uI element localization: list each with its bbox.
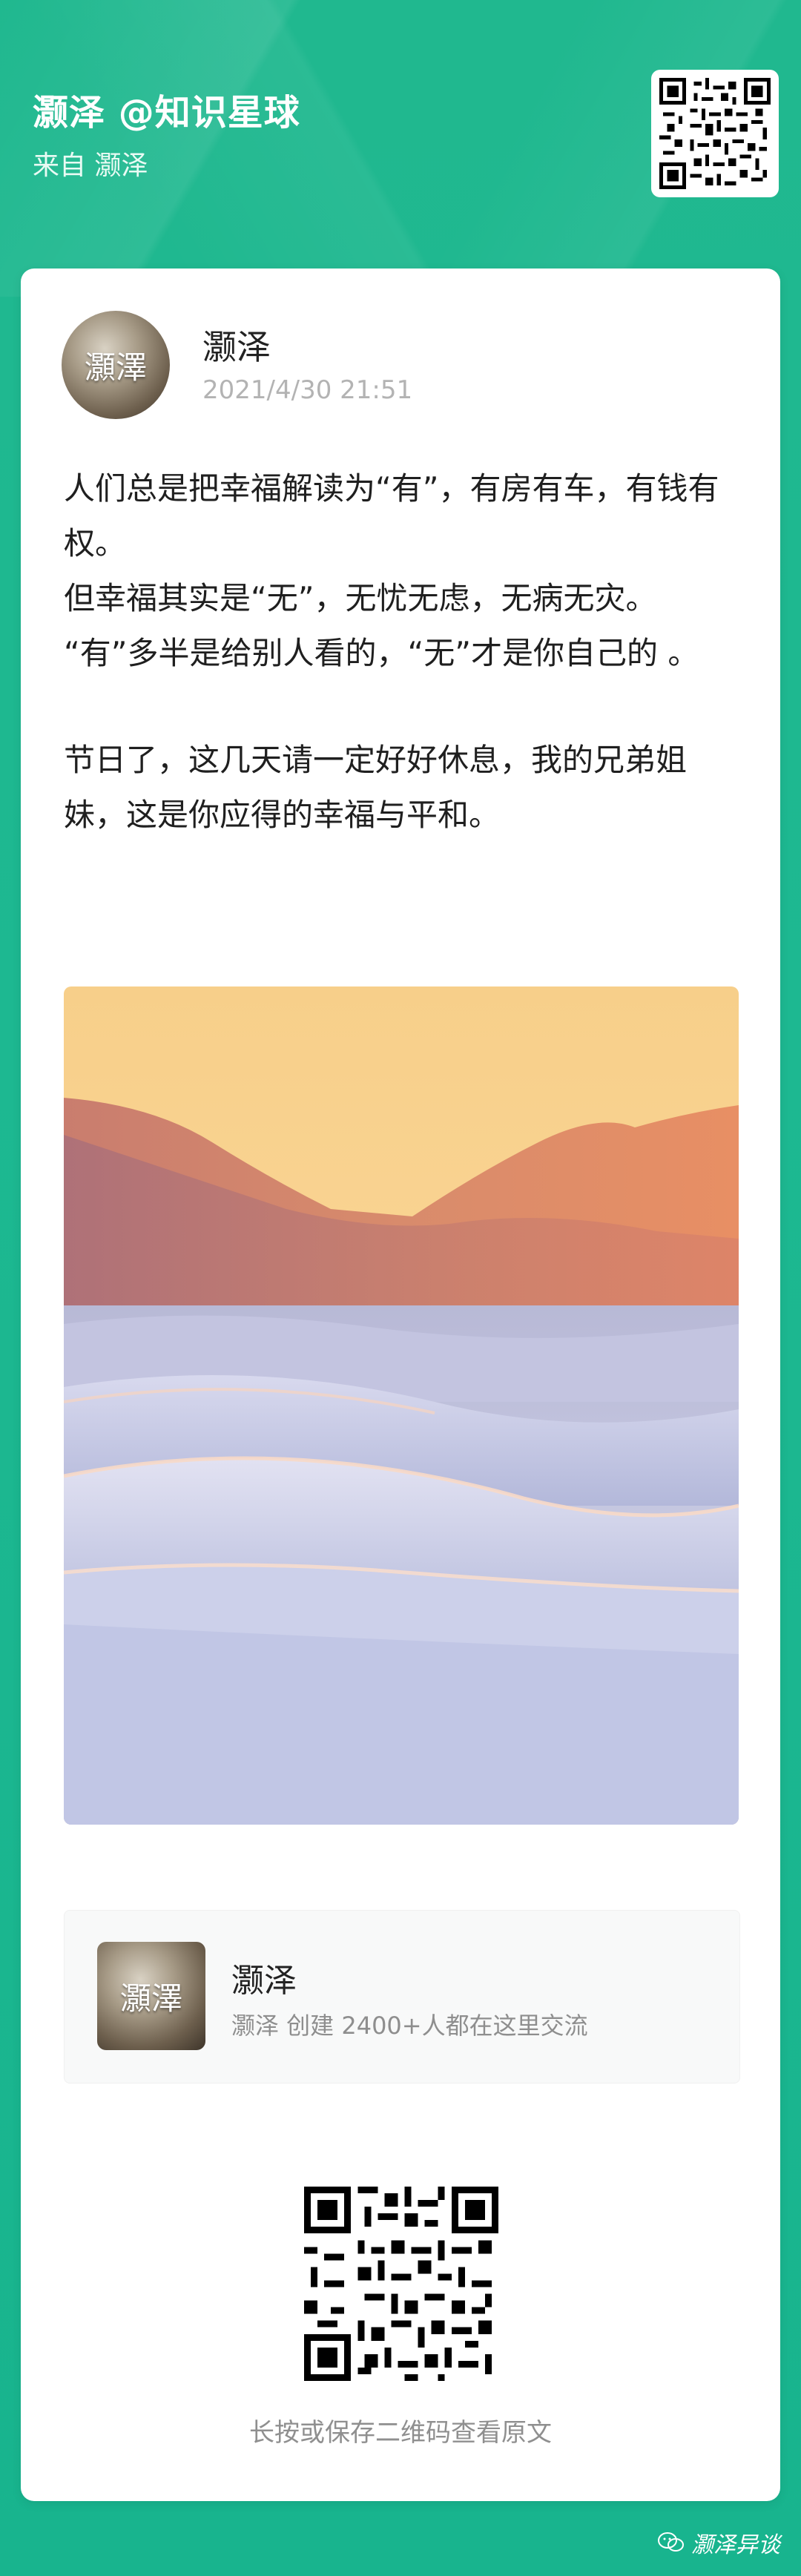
author-name[interactable]: 灏泽 — [202, 320, 271, 369]
paragraph: 节日了，这几天请一定好好休息，我的兄弟姐妹，这是你应得的幸福与平和。 — [64, 742, 688, 833]
post-timestamp: 2021/4/30 21:51 — [202, 375, 413, 405]
watermark-text: 灏泽异谈 — [691, 2532, 780, 2558]
avatar-logo-text: 灝澤 — [84, 349, 147, 386]
group-name: 灏泽 — [231, 1962, 297, 2000]
paragraph: 但幸福其实是“无”，无忧无虑，无病无灾。 — [64, 580, 657, 616]
group-card[interactable]: 灝澤 灏泽 灏泽 创建 2400+人都在这里交流 — [64, 1910, 740, 2083]
paragraph: 人们总是把幸福解读为“有”，有房有车，有钱有权。 — [64, 470, 719, 561]
group-avatar: 灝澤 — [97, 1942, 205, 2050]
page-title: 灏泽 @知识星球 — [33, 92, 300, 134]
page: 灏泽 @知识星球 来自 灏泽 灝澤 灏泽 2021/4/30 21:51 人们总… — [0, 0, 801, 2576]
post-card: 灝澤 灏泽 2021/4/30 21:51 人们总是把幸福解读为“有”，有房有车… — [21, 269, 780, 2501]
header-qr-code[interactable] — [651, 70, 779, 197]
qr-code-icon — [304, 2187, 498, 2381]
wechat-icon — [658, 2532, 684, 2552]
desert-sunset-image — [64, 986, 739, 1825]
group-avatar-logo-text: 灝澤 — [119, 1980, 182, 2017]
source-label: 来自 灏泽 — [33, 151, 148, 181]
paragraph: “有”多半是给别人看的，“无”才是你自己的 。 — [64, 635, 699, 671]
post-content: 人们总是把幸福解读为“有”，有房有车，有钱有权。 但幸福其实是“无”，无忧无虑，… — [64, 461, 739, 843]
post-image[interactable] — [64, 986, 739, 1825]
group-info: 灏泽 创建 2400+人都在这里交流 — [231, 2012, 588, 2040]
qr-caption: 长按或保存二维码查看原文 — [249, 2418, 552, 2448]
bottom-qr-code[interactable] — [304, 2187, 498, 2381]
watermark: 灏泽异谈 — [657, 2526, 780, 2559]
avatar[interactable]: 灝澤 — [62, 311, 170, 419]
qr-code-icon — [659, 78, 771, 189]
